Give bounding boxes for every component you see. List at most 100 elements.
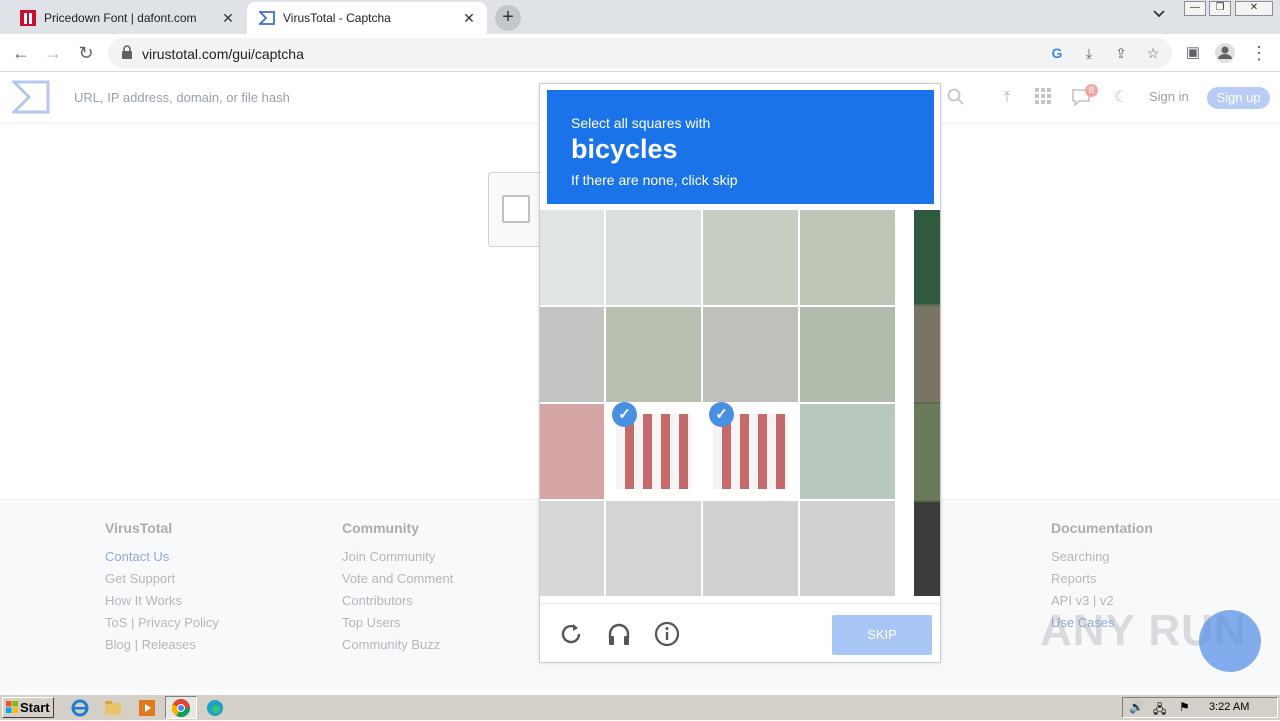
captcha-tile[interactable] (703, 210, 798, 305)
footer-link[interactable]: Community Buzz (342, 637, 453, 659)
tab-title: Pricedown Font | dafont.com (44, 11, 197, 25)
skip-button[interactable]: SKIP (832, 615, 932, 655)
footer-link[interactable]: Contact Us (105, 549, 219, 571)
sign-in-link[interactable]: Sign in (1149, 89, 1189, 104)
tab-strip: Pricedown Font | dafont.com ✕ VirusTotal… (0, 0, 1280, 34)
captcha-checkbox[interactable] (502, 195, 530, 223)
apps-grid-icon[interactable] (1033, 88, 1053, 108)
start-label: Start (20, 700, 50, 715)
captcha-tile[interactable] (606, 501, 701, 596)
dark-mode-moon-icon[interactable]: ☾ (1111, 88, 1131, 108)
reload-icon[interactable]: ↻ (73, 40, 99, 66)
footer-column-title: VirusTotal (105, 520, 173, 536)
bookmark-star-icon[interactable]: ☆ (1144, 44, 1162, 62)
back-icon[interactable]: ← (8, 40, 34, 66)
audio-challenge-headphones-icon[interactable] (605, 620, 633, 648)
captcha-challenge-dialog: Select all squares with bicycles If ther… (539, 83, 941, 663)
captcha-tile[interactable] (703, 307, 798, 402)
captcha-tile[interactable] (606, 307, 701, 402)
taskbar-chrome-active[interactable] (165, 696, 197, 719)
captcha-tile[interactable] (800, 210, 895, 305)
edge-icon[interactable] (205, 698, 225, 718)
upload-icon[interactable]: ⤒ (997, 88, 1017, 108)
network-icon[interactable]: 🖧 (1153, 700, 1166, 721)
search-icon[interactable] (946, 88, 966, 108)
notification-badge: 8 (1085, 84, 1098, 97)
captcha-tile-image (703, 501, 798, 596)
anyrun-watermark-badge-icon (1199, 610, 1261, 672)
captcha-tile[interactable] (540, 501, 604, 596)
captcha-instructions: Select all squares with bicycles If ther… (547, 90, 934, 204)
install-icon[interactable]: ⤓ (1080, 44, 1098, 62)
captcha-tile[interactable] (703, 501, 798, 596)
captcha-tile[interactable] (540, 307, 604, 402)
captcha-tile[interactable] (800, 404, 895, 499)
target-object-label: bicycles (571, 134, 678, 164)
google-lens-icon[interactable]: G (1048, 44, 1066, 62)
browser-toolbar: ← → ↻ virustotal.com/gui/captcha G ⤓ ⇪ ☆… (0, 34, 1280, 72)
footer-column-virustotal: VirusTotal Contact Us Get Support How It… (105, 520, 219, 659)
captcha-tile[interactable] (540, 404, 604, 499)
windows-logo-icon (6, 701, 18, 713)
close-tab-icon[interactable]: ✕ (459, 10, 479, 27)
footer-column-title: Community (342, 520, 419, 536)
footer-link[interactable]: Blog | Releases (105, 637, 219, 659)
virustotal-logo-icon[interactable] (12, 80, 50, 114)
captcha-tile[interactable] (800, 501, 895, 596)
internet-explorer-icon[interactable] (70, 698, 90, 718)
volume-icon[interactable]: 🔊 (1129, 700, 1144, 714)
captcha-tile[interactable] (606, 210, 701, 305)
captcha-tile-image (703, 307, 798, 402)
dafont-favicon-icon (20, 10, 36, 26)
search-input[interactable]: URL, IP address, domain, or file hash (74, 90, 290, 105)
captcha-tile-image (540, 404, 604, 499)
profile-avatar-icon[interactable] (1212, 40, 1238, 66)
new-tab-button[interactable]: + (495, 5, 521, 31)
footer-link[interactable]: Reports (1051, 571, 1153, 593)
windows-taskbar: Start 🔊 🖧 ⚑ 3:22 AM (0, 694, 1280, 720)
footer-link[interactable]: Searching (1051, 549, 1153, 571)
instruction-line: Select all squares with (571, 115, 711, 131)
sign-up-button[interactable]: Sign up (1207, 87, 1270, 109)
captcha-tile[interactable] (540, 210, 604, 305)
footer-link[interactable]: ToS | Privacy Policy (105, 615, 219, 637)
restore-icon[interactable]: ❐ (1209, 1, 1231, 16)
info-icon[interactable] (653, 620, 681, 648)
tab-dafont[interactable]: Pricedown Font | dafont.com ✕ (8, 2, 246, 34)
start-button[interactable]: Start (2, 697, 54, 718)
forward-icon[interactable]: → (40, 40, 66, 66)
lock-icon (122, 45, 132, 59)
clock: 3:22 AM (1209, 701, 1250, 713)
address-bar[interactable]: virustotal.com/gui/captcha G ⤓ ⇪ ☆ (108, 38, 1172, 68)
action-center-flag-icon[interactable]: ⚑ (1179, 700, 1190, 714)
window-close-icon[interactable]: ✕ (1235, 1, 1273, 16)
media-player-icon[interactable] (137, 698, 157, 718)
close-tab-icon[interactable]: ✕ (218, 10, 238, 27)
tab-title: VirusTotal - Captcha (283, 11, 391, 25)
footer-link[interactable]: Contributors (342, 593, 453, 615)
footer-link[interactable]: How It Works (105, 593, 219, 615)
footer-column-title: Documentation (1051, 520, 1153, 536)
captcha-tile-image (800, 501, 895, 596)
share-icon[interactable]: ⇪ (1112, 44, 1130, 62)
menu-kebab-icon[interactable]: ⋮ (1246, 40, 1272, 66)
adjacent-image-strip (914, 210, 940, 596)
footer-column-community: Community Join Community Vote and Commen… (342, 520, 453, 659)
side-panel-icon[interactable]: ▣ (1180, 40, 1206, 66)
instruction-hint: If there are none, click skip (571, 172, 738, 188)
footer-link[interactable]: Join Community (342, 549, 453, 571)
url-text[interactable]: virustotal.com/gui/captcha (142, 46, 304, 62)
minimize-icon[interactable]: — (1184, 1, 1206, 16)
footer-link[interactable]: Vote and Comment (342, 571, 453, 593)
tab-virustotal[interactable]: VirusTotal - Captcha ✕ (247, 2, 487, 34)
captcha-tile-image (540, 307, 604, 402)
tab-search-chevron-icon[interactable] (1152, 8, 1166, 22)
footer-link[interactable]: Top Users (342, 615, 453, 637)
reload-challenge-icon[interactable] (557, 620, 585, 648)
file-explorer-icon[interactable] (103, 698, 123, 718)
captcha-tile-image (606, 210, 701, 305)
footer-link[interactable]: Get Support (105, 571, 219, 593)
captcha-tile[interactable] (800, 307, 895, 402)
captcha-tile-image (703, 210, 798, 305)
virustotal-favicon-icon (259, 11, 275, 25)
